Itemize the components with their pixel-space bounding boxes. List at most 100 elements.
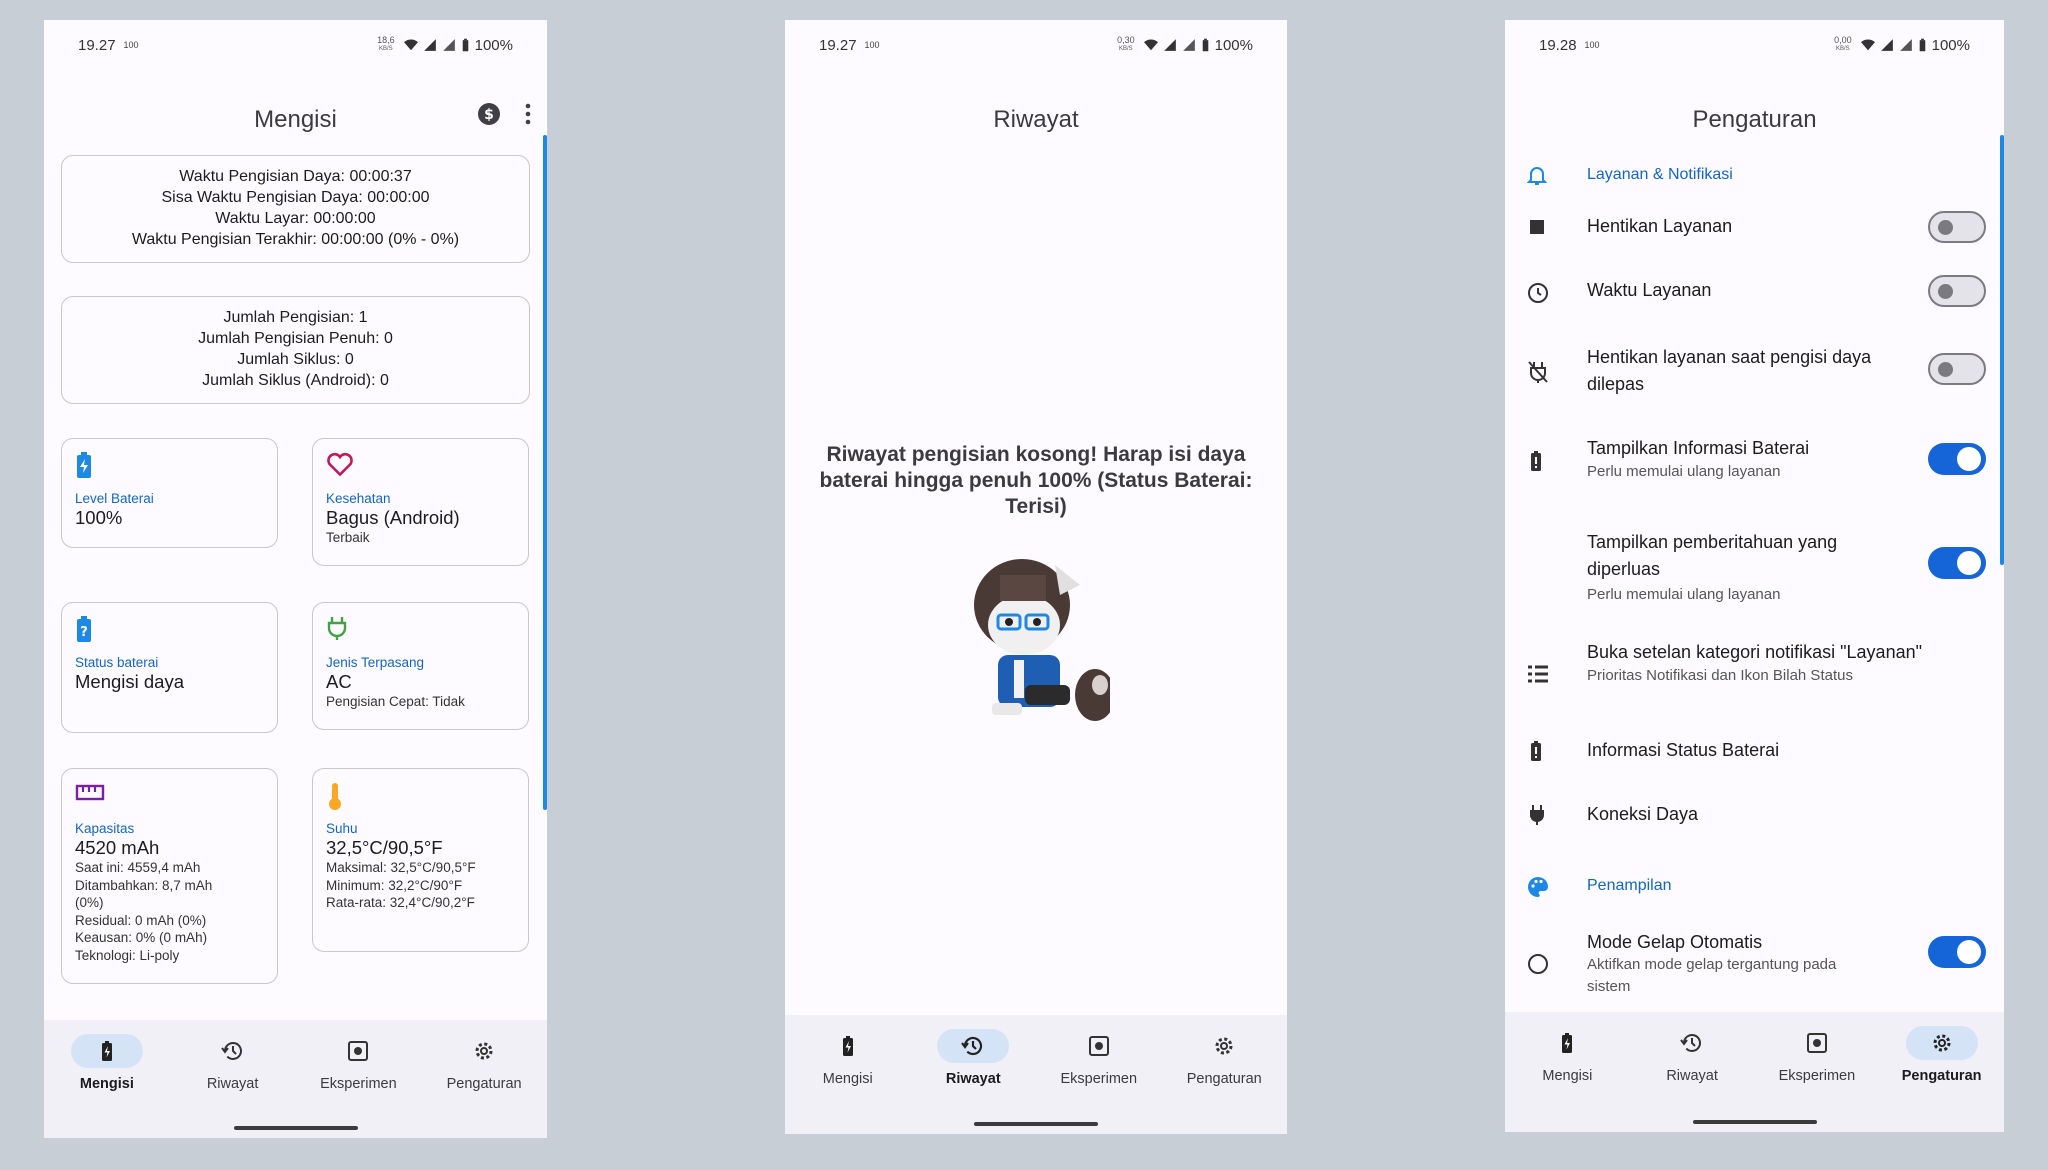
status-time: 19.27 <box>819 36 857 54</box>
service-time-toggle[interactable] <box>1928 275 1986 307</box>
dollar-icon[interactable]: $ <box>477 102 501 126</box>
home-indicator[interactable] <box>233 1126 358 1130</box>
signal-icon <box>423 39 436 51</box>
history-icon <box>1680 1034 1702 1052</box>
page-title: Pengaturan <box>1692 106 1817 133</box>
wifi-icon <box>1860 39 1875 51</box>
clock-icon <box>1528 283 1548 303</box>
tile-sub: Pengisian Cepat: Tidak <box>326 694 465 709</box>
setting-title: Tampilkan Informasi Baterai <box>1587 438 1810 458</box>
tile-sub: Maksimal: 32,5°C/90,5°F <box>326 860 476 875</box>
nav-item-charge[interactable]: Mengisi <box>1505 1026 1630 1084</box>
more-vert-icon[interactable] <box>525 103 531 125</box>
show-battery-info-toggle[interactable] <box>1928 443 1986 475</box>
tile-sub: Keausan: 0% (0 mAh) <box>75 930 208 945</box>
tile-value: Mengisi daya <box>75 671 185 692</box>
tile-value: Bagus (Android) <box>326 507 460 528</box>
nav-label: Pengaturan <box>1186 1071 1262 1087</box>
setting-subtitle: Perlu memulai ulang layanan <box>1587 463 1781 480</box>
svg-text:?: ? <box>80 625 88 640</box>
list-icon <box>1528 665 1548 683</box>
dark-mode-icon <box>1528 954 1548 974</box>
battery-charging-icon <box>77 452 91 478</box>
tile-sub: Terbaik <box>326 530 370 545</box>
signal-icon-2 <box>1182 39 1195 51</box>
battery-percent: 100% <box>1931 36 1970 54</box>
wifi-icon <box>403 39 418 51</box>
nav-item-history[interactable]: Riwayat <box>1630 1026 1755 1084</box>
experiment-icon <box>1088 1036 1109 1056</box>
auto-dark-mode-toggle[interactable] <box>1928 936 1986 968</box>
setting-title: Buka setelan kategori notifikasi "Layana… <box>1587 642 1922 662</box>
battery-alert-icon <box>1531 741 1541 761</box>
temperature-tile[interactable]: Suhu 32,5°C/90,5°F Maksimal: 32,5°C/90,5… <box>312 768 529 952</box>
signal-icon <box>1880 39 1893 51</box>
capacity-tile[interactable]: Kapasitas 4520 mAh Saat ini: 4559,4 mAh … <box>61 768 278 984</box>
screen-time-line: Waktu Layar: 00:00:00 <box>215 210 376 227</box>
tile-sub: Saat ini: 4559,4 mAh <box>75 860 201 875</box>
stop-on-unplug-toggle[interactable] <box>1928 353 1986 385</box>
setting-title: Tampilkan pemberitahuan yang diperluas <box>1587 532 1838 579</box>
battery-level-tile[interactable]: Level Baterai 100% <box>61 438 278 548</box>
signal-icon <box>1163 39 1176 51</box>
nav-label: Mengisi <box>1542 1068 1593 1084</box>
home-indicator[interactable] <box>974 1122 1098 1126</box>
nav-item-settings[interactable]: Pengaturan <box>1162 1029 1288 1087</box>
signal-icon-2 <box>442 39 455 51</box>
bell-icon <box>1527 167 1547 185</box>
tile-sub: Rata-rata: 32,4°C/90,2°F <box>326 895 475 910</box>
nav-item-charge[interactable]: Mengisi <box>785 1029 911 1087</box>
experiment-icon <box>348 1041 369 1061</box>
tile-label: Kesehatan <box>326 491 391 506</box>
status-battery-badge: 100 <box>864 40 880 50</box>
setting-title: Mode Gelap Otomatis <box>1587 932 1763 952</box>
svg-text:$: $ <box>484 107 494 123</box>
nav-item-charge[interactable]: Mengisi <box>44 1034 170 1092</box>
stop-icon <box>1530 220 1544 234</box>
battery-status-tile[interactable]: ? Status baterai Mengisi daya <box>61 602 278 733</box>
nav-label: Eksperimen <box>320 1076 397 1092</box>
nav-item-history[interactable]: Riwayat <box>170 1034 296 1092</box>
mascot-illustration <box>974 559 1110 721</box>
experiment-icon <box>1806 1033 1827 1053</box>
scrollbar[interactable] <box>543 135 547 810</box>
nav-item-settings[interactable]: Pengaturan <box>1879 1026 2004 1084</box>
plug-icon <box>327 617 347 640</box>
gear-icon <box>1215 1037 1233 1055</box>
nav-item-settings[interactable]: Pengaturan <box>421 1034 547 1092</box>
nav-label: Mengisi <box>822 1071 873 1087</box>
nav-label: Pengaturan <box>1901 1068 1982 1084</box>
status-bar: 19.27 100 0,30 KB/S 100% <box>785 20 1287 70</box>
bottom-navigation: Mengisi Riwayat Eksperimen Pengaturan <box>1505 1012 2004 1132</box>
expanded-notification-toggle[interactable] <box>1928 547 1986 579</box>
nav-item-experiment[interactable]: Eksperimen <box>1036 1029 1162 1087</box>
nav-item-history[interactable]: Riwayat <box>911 1029 1037 1087</box>
charge-count-card: Jumlah Pengisian: 1 Jumlah Pengisian Pen… <box>61 296 530 404</box>
nav-item-experiment[interactable]: Eksperimen <box>296 1034 422 1092</box>
setting-title: Koneksi Daya <box>1587 804 1699 824</box>
nav-item-experiment[interactable]: Eksperimen <box>1755 1026 1880 1084</box>
power-off-icon <box>1528 361 1548 383</box>
nav-label: Eksperimen <box>1060 1071 1138 1087</box>
scrollbar[interactable] <box>2000 135 2004 565</box>
nav-label: Mengisi <box>79 1076 134 1092</box>
battery-status-icon <box>1202 38 1208 52</box>
stop-service-toggle[interactable] <box>1928 211 1986 243</box>
bottom-navigation: Mengisi Riwayat Eksperimen Pengaturan <box>44 1020 547 1138</box>
battery-charging-nav-icon <box>1562 1033 1573 1053</box>
home-indicator[interactable] <box>1692 1120 1817 1124</box>
nav-label: Pengaturan <box>446 1076 522 1092</box>
health-tile[interactable]: Kesehatan Bagus (Android) Terbaik <box>312 438 529 566</box>
history-icon <box>961 1036 983 1056</box>
battery-charging-nav-icon <box>842 1036 853 1056</box>
battery-percent: 100% <box>1214 36 1253 54</box>
thermometer-icon <box>329 783 341 810</box>
network-speed: 0,30 KB/S <box>1117 35 1135 53</box>
plug-type-tile[interactable]: Jenis Terpasang AC Pengisian Cepat: Tida… <box>312 602 529 730</box>
tile-sub: Teknologi: Li-poly <box>75 947 180 963</box>
tile-value: AC <box>326 671 352 692</box>
nav-label: Eksperimen <box>1778 1068 1856 1084</box>
nav-label: Riwayat <box>206 1076 259 1092</box>
wifi-icon <box>1143 39 1158 51</box>
phone-screen-history: 19.27 100 0,30 KB/S 100% Riwayat Riwayat … <box>785 20 1287 1134</box>
